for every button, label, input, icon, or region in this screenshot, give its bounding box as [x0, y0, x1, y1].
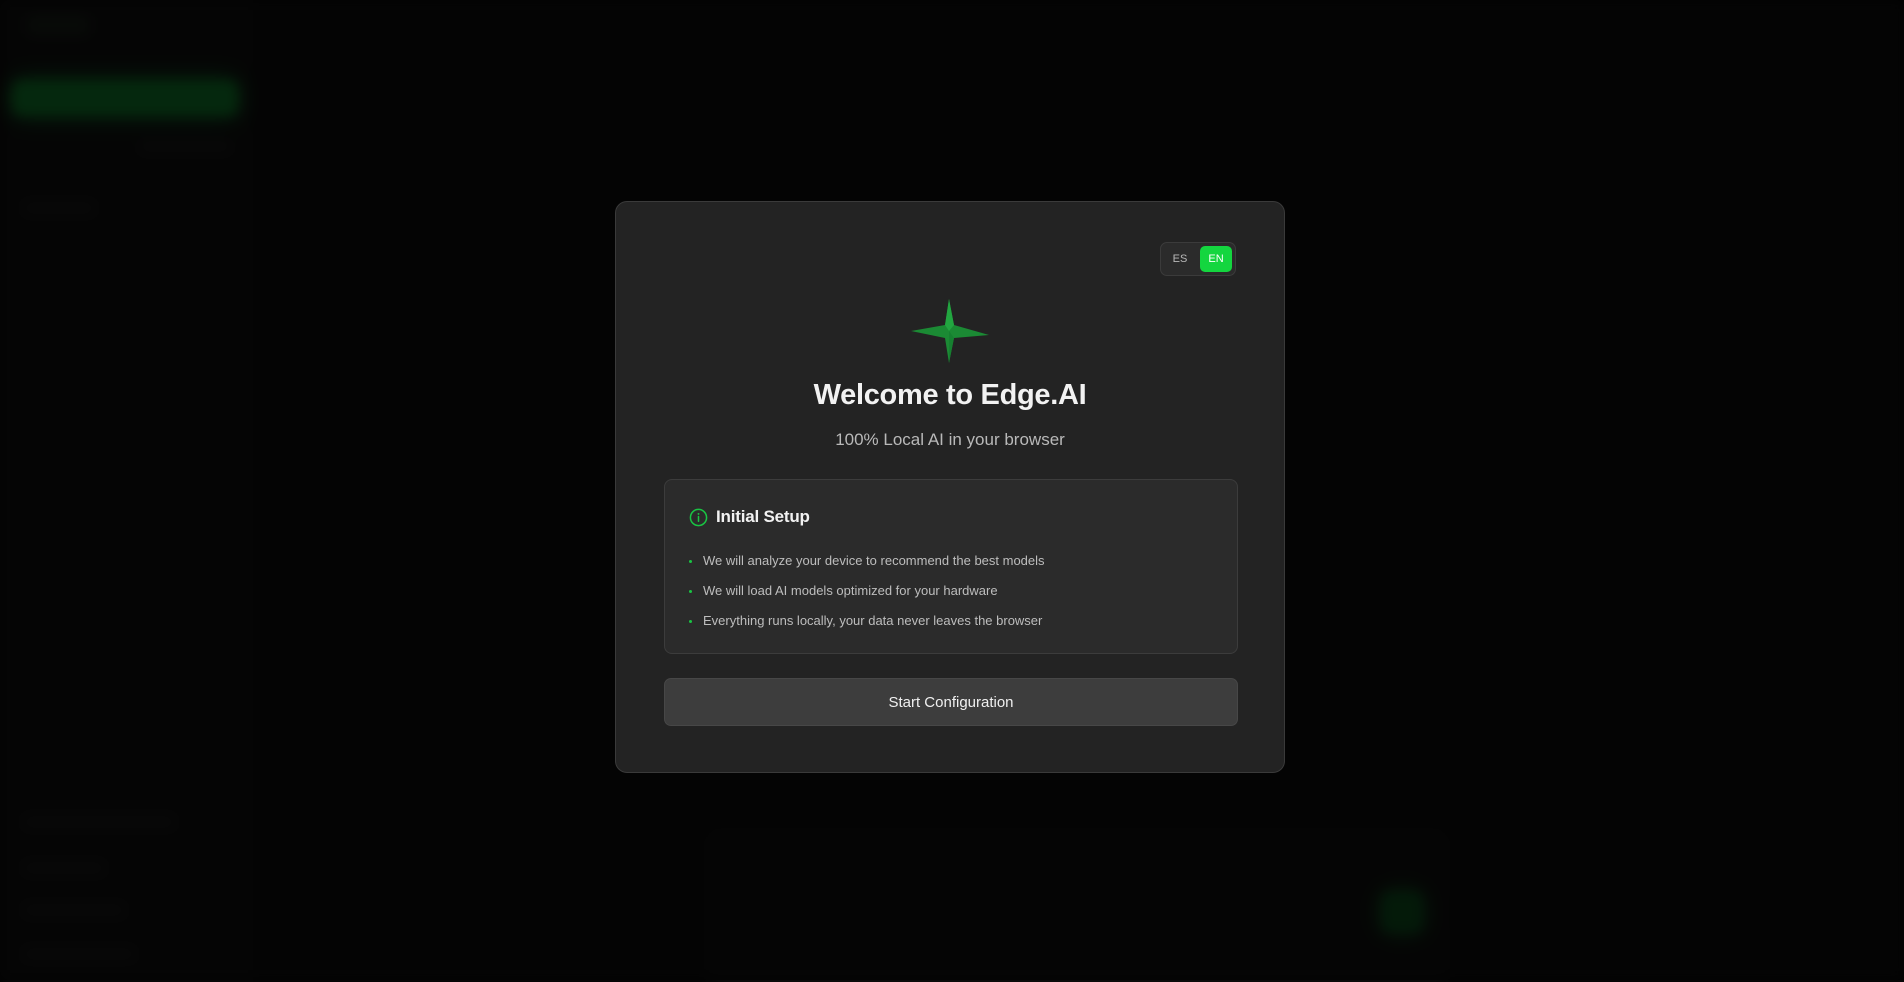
sparkle-star-icon — [911, 299, 991, 367]
setup-header: Initial Setup — [689, 507, 810, 527]
language-option-es[interactable]: ES — [1164, 246, 1196, 272]
setup-list: We will analyze your device to recommend… — [689, 545, 1045, 635]
list-item: Everything runs locally, your data never… — [689, 605, 1045, 635]
welcome-title: Welcome to Edge.AI — [616, 379, 1284, 412]
setup-title: Initial Setup — [716, 507, 810, 527]
list-item: We will analyze your device to recommend… — [689, 545, 1045, 575]
language-option-en[interactable]: EN — [1200, 246, 1232, 272]
setup-item-text: We will load AI models optimized for you… — [703, 583, 998, 598]
setup-item-text: Everything runs locally, your data never… — [703, 613, 1042, 628]
welcome-modal: ES EN Welcome to Edge.AI 100% Local AI i… — [615, 201, 1285, 773]
bullet-dot-icon — [689, 590, 692, 593]
start-configuration-button[interactable]: Start Configuration — [664, 678, 1238, 726]
initial-setup-panel: Initial Setup We will analyze your devic… — [664, 479, 1238, 654]
language-toggle: ES EN — [1160, 242, 1236, 276]
bullet-dot-icon — [689, 620, 692, 623]
list-item: We will load AI models optimized for you… — [689, 575, 1045, 605]
setup-item-text: We will analyze your device to recommend… — [703, 553, 1045, 568]
bullet-dot-icon — [689, 560, 692, 563]
welcome-subtitle: 100% Local AI in your browser — [616, 430, 1284, 450]
info-circle-icon — [689, 508, 708, 527]
